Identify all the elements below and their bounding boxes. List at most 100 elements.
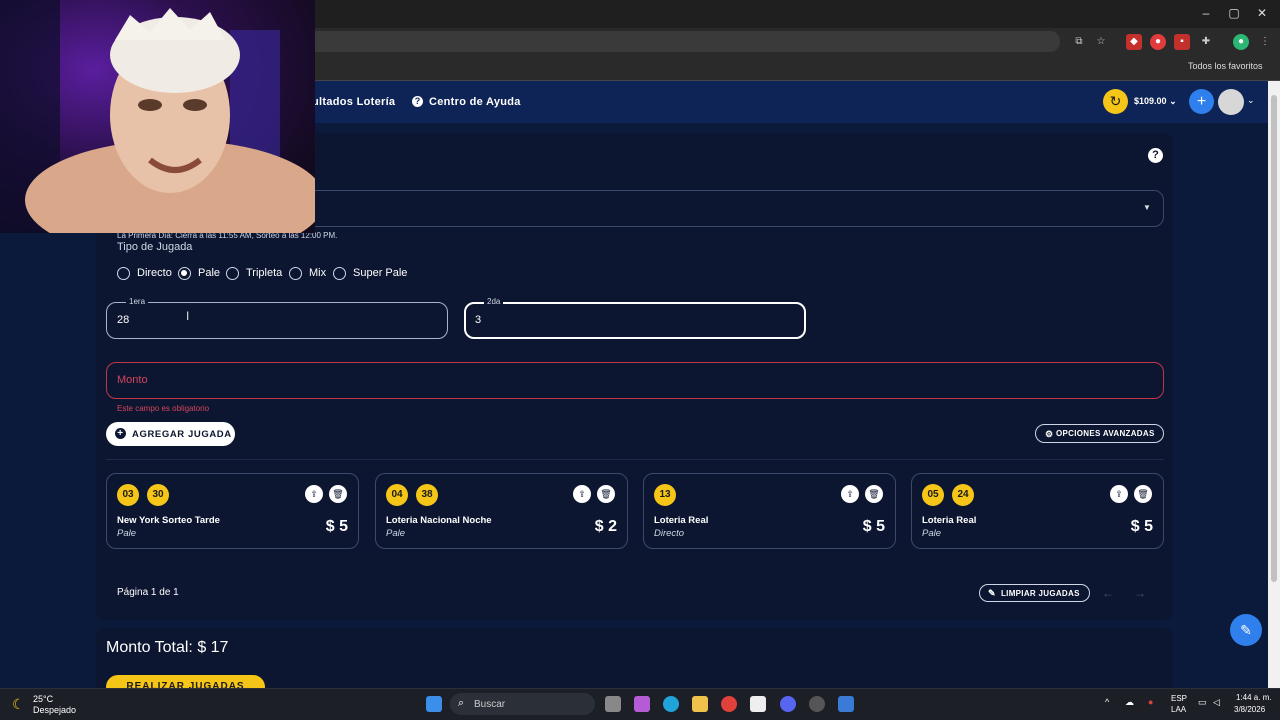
language-bottom[interactable]: LAA (1171, 705, 1186, 714)
steelseries-icon[interactable] (809, 696, 825, 712)
capcut-icon[interactable] (750, 696, 766, 712)
extensions-puzzle-icon[interactable]: ✚ (1198, 34, 1214, 50)
radio-label-mix[interactable]: Mix (309, 267, 326, 279)
copilot-icon[interactable] (634, 696, 650, 712)
network-icon[interactable]: ▭ (1198, 697, 1207, 708)
clock-time[interactable]: 1:44 a. m. (1236, 693, 1272, 702)
balance-value: $109.00 (1134, 96, 1167, 106)
radio-tripleta[interactable] (226, 267, 239, 280)
add-play-button[interactable]: + AGREGAR JUGADA (106, 422, 235, 446)
chevron-down-icon[interactable]: ⌄ (1247, 95, 1255, 106)
number-ball: 38 (416, 484, 438, 506)
clock-date[interactable]: 3/8/2026 (1234, 705, 1265, 714)
scrollbar-thumb[interactable] (1271, 95, 1277, 582)
install-app-icon[interactable]: ⧉ (1071, 34, 1087, 50)
all-favorites-link[interactable]: Todos los favoritos (1188, 61, 1263, 71)
upload-icon[interactable]: ⇪ (841, 485, 859, 503)
pagination-label: Página 1 de 1 (117, 587, 179, 598)
radio-super-pale[interactable] (333, 267, 346, 280)
nav-help-center[interactable]: Centro de Ayuda (429, 96, 521, 108)
webcam-image (0, 0, 315, 233)
chrome-icon[interactable] (721, 696, 737, 712)
extension-pdf-icon[interactable]: ▪ (1174, 34, 1190, 50)
radio-mix[interactable] (289, 267, 302, 280)
bookmark-star-icon[interactable]: ☆ (1093, 34, 1109, 50)
trash-icon[interactable]: 🗑 (597, 485, 615, 503)
lottery-name: Loteria Real (654, 515, 709, 526)
number-ball: 03 (117, 484, 139, 506)
lottery-name: Loteria Real (922, 515, 977, 526)
floating-ticket-icon[interactable]: ✎ (1230, 614, 1262, 646)
next-page-icon[interactable]: → (1134, 586, 1146, 600)
chevron-up-icon[interactable]: ^ (1105, 697, 1109, 707)
nav-lottery-results[interactable]: ultados Lotería (312, 96, 395, 108)
cloud-icon[interactable]: ☁ (1125, 697, 1134, 708)
dropdown-caret-icon[interactable]: ▼ (1143, 203, 1151, 212)
upload-icon[interactable]: ⇪ (1110, 485, 1128, 503)
text-cursor-icon: I (186, 309, 190, 323)
divider (106, 459, 1164, 460)
weather-temp[interactable]: 25°C (33, 694, 53, 704)
add-funds-button[interactable]: + (1189, 89, 1214, 114)
trash-icon[interactable]: 🗑 (329, 485, 347, 503)
total-amount: Monto Total: $ 17 (106, 639, 229, 656)
file-explorer-icon[interactable] (692, 696, 708, 712)
windows-start-icon[interactable] (426, 696, 442, 712)
language-top[interactable]: ESP (1171, 694, 1187, 703)
close-icon[interactable]: ✕ (1252, 6, 1272, 20)
radio-pale[interactable] (178, 267, 191, 280)
advanced-options-label: OPCIONES AVANZADAS (1056, 429, 1155, 438)
edge-icon[interactable] (663, 696, 679, 712)
app-icon[interactable] (838, 696, 854, 712)
moon-icon[interactable]: ☾ (12, 696, 25, 713)
radio-label-super-pale[interactable]: Super Pale (353, 267, 407, 279)
profile-icon[interactable]: ● (1233, 34, 1249, 50)
amount-placeholder: Monto (117, 374, 148, 386)
search-icon: ⌕ (458, 697, 465, 709)
play-type: Directo (654, 528, 685, 539)
second-number-value[interactable]: 3 (475, 314, 481, 326)
number-ball: 30 (147, 484, 169, 506)
browser-menu-icon[interactable]: ⋮ (1257, 34, 1273, 50)
minimize-icon[interactable]: – (1196, 6, 1216, 20)
radio-label-pale[interactable]: Pale (198, 267, 220, 279)
play-type: Pale (386, 528, 406, 539)
trash-icon[interactable]: 🗑 (865, 485, 883, 503)
radio-label-directo[interactable]: Directo (137, 267, 172, 279)
task-view-icon[interactable] (605, 696, 621, 712)
radio-label-tripleta[interactable]: Tripleta (246, 267, 282, 279)
first-number-value[interactable]: 28 (117, 314, 129, 326)
maximize-icon[interactable]: ▢ (1224, 6, 1244, 20)
lottery-name: Loteria Nacional Noche (386, 515, 492, 526)
help-circle-icon: ? (412, 96, 423, 107)
advanced-options-button[interactable]: ⚙ OPCIONES AVANZADAS (1035, 424, 1164, 443)
volume-icon[interactable]: ◁ (1213, 697, 1220, 708)
prev-page-icon[interactable]: ← (1102, 586, 1114, 600)
mic-icon[interactable]: ● (1148, 697, 1153, 707)
extension-red-icon[interactable]: ● (1150, 34, 1166, 50)
play-amount: $ 5 (325, 518, 348, 535)
clear-plays-button[interactable]: ✎ LIMPIAR JUGADAS (979, 584, 1090, 602)
avatar[interactable] (1218, 89, 1244, 115)
second-number-input[interactable] (464, 302, 806, 339)
balance-display[interactable]: $109.00 ⌄ (1134, 96, 1177, 107)
radio-directo[interactable] (117, 267, 130, 280)
number-ball: 13 (654, 484, 676, 506)
amount-input[interactable] (106, 362, 1164, 399)
weather-desc[interactable]: Despejado (33, 705, 76, 715)
help-icon[interactable]: ? (1148, 148, 1163, 163)
upload-icon[interactable]: ⇪ (305, 485, 323, 503)
play-card: 05 24 ⇪ 🗑 Loteria Real Pale $ 5 (911, 473, 1164, 549)
address-bar[interactable] (300, 31, 1060, 52)
first-number-input[interactable] (106, 302, 448, 339)
adblock-extension-icon[interactable]: ◆ (1126, 34, 1142, 50)
play-amount: $ 2 (594, 518, 617, 535)
upload-icon[interactable]: ⇪ (573, 485, 591, 503)
refresh-balance-icon[interactable]: ↻ (1103, 89, 1128, 114)
play-card: 04 38 ⇪ 🗑 Loteria Nacional Noche Pale $ … (375, 473, 628, 549)
taskbar-search[interactable] (450, 693, 595, 715)
trash-icon[interactable]: 🗑 (1134, 485, 1152, 503)
second-number-label: 2da (484, 297, 504, 306)
discord-icon[interactable] (780, 696, 796, 712)
number-ball: 24 (952, 484, 974, 506)
